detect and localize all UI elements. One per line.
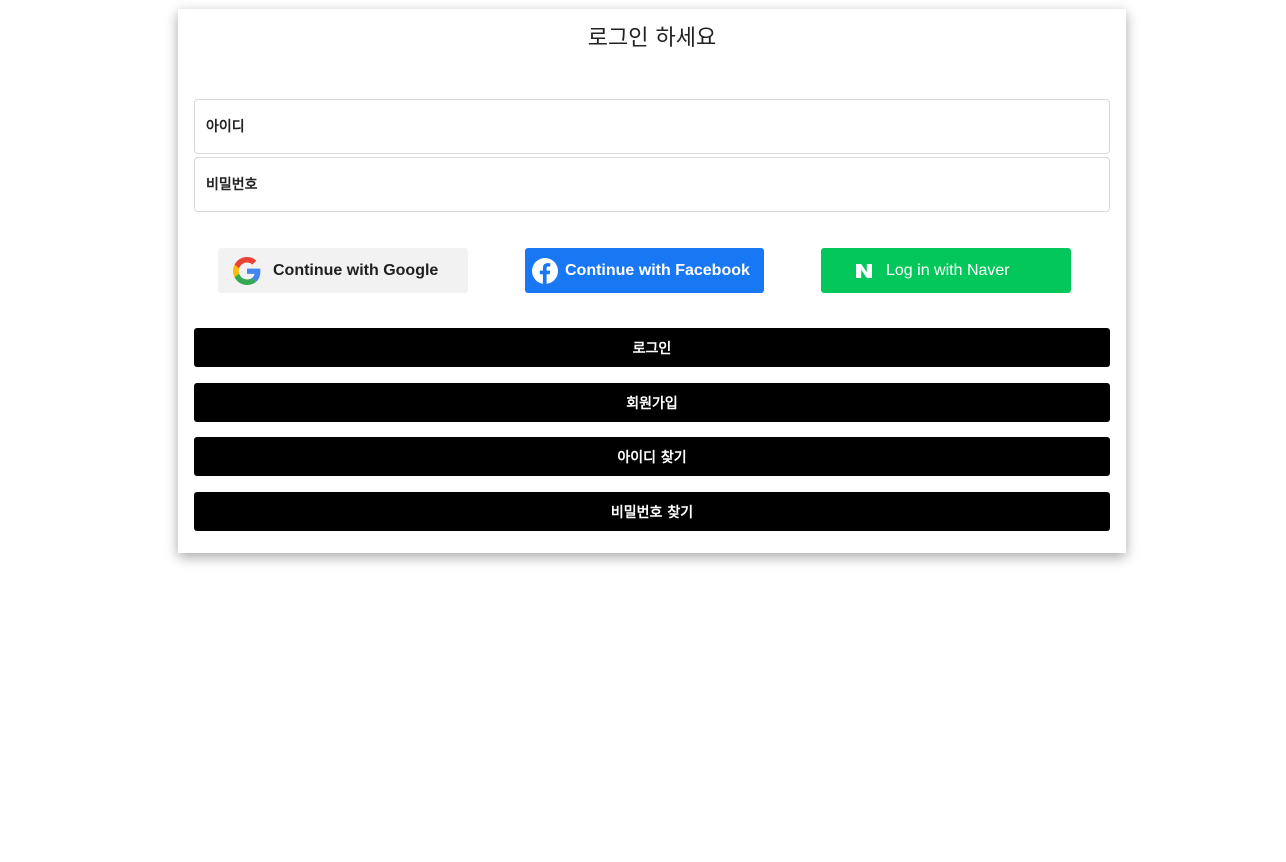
id-field[interactable] — [194, 99, 1110, 154]
google-login-label: Continue with Google — [273, 261, 439, 279]
facebook-logo-icon — [532, 257, 558, 284]
login-button[interactable]: 로그인 — [194, 328, 1110, 367]
password-field[interactable] — [194, 157, 1110, 212]
id-input[interactable] — [195, 100, 1109, 153]
login-card: 로그인 하세요 Continue with Google Continue wi… — [178, 9, 1126, 553]
facebook-login-label: Continue with Facebook — [565, 261, 750, 279]
google-login-button[interactable]: Continue with Google — [218, 248, 468, 293]
naver-login-label: Log in with Naver — [886, 261, 1010, 279]
google-logo-icon — [233, 256, 261, 285]
signup-button[interactable]: 회원가입 — [194, 383, 1110, 422]
page-title: 로그인 하세요 — [587, 26, 717, 51]
naver-logo-icon — [855, 262, 873, 280]
naver-login-button[interactable]: Log in with Naver — [821, 248, 1071, 293]
facebook-login-button[interactable]: Continue with Facebook — [525, 248, 764, 293]
find-id-button[interactable]: 아이디 찾기 — [194, 437, 1110, 476]
find-password-button[interactable]: 비밀번호 찾기 — [194, 492, 1110, 531]
password-input[interactable] — [195, 158, 1109, 211]
